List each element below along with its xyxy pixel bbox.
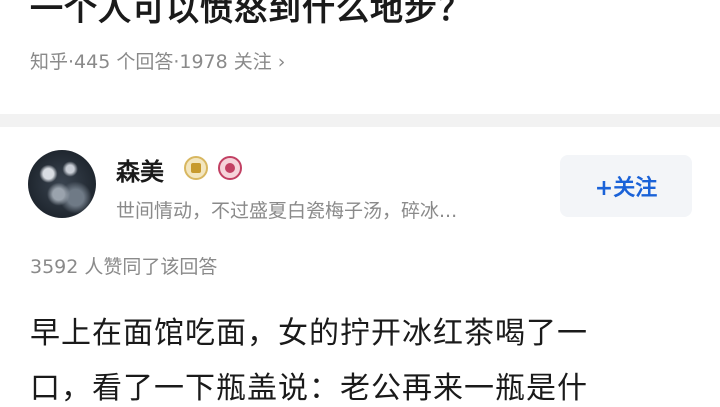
answer-text-line: 口，看了一下瓶盖说：老公再来一瓶是什 — [30, 371, 588, 406]
question-meta-text: 知乎·445 个回答·1978 关注 — [30, 51, 272, 73]
question-title[interactable]: 一个人可以愤怒到什么地步？ — [30, 0, 472, 30]
gold-creator-badge-icon[interactable] — [184, 156, 208, 180]
follow-button[interactable]: +关注 — [560, 155, 692, 217]
author-avatar[interactable] — [28, 150, 96, 218]
section-divider — [0, 114, 720, 127]
author-name[interactable]: 森美 — [116, 152, 164, 187]
red-medal-badge-icon[interactable] — [218, 156, 242, 180]
chevron-right-icon: › — [277, 51, 286, 73]
upvote-info: 3592 人赞同了该回答 — [30, 256, 218, 278]
question-meta[interactable]: 知乎·445 个回答·1978 关注 › — [30, 47, 285, 74]
author-bio: 世间情动，不过盛夏白瓷梅子汤，碎冰... — [116, 200, 458, 222]
answer-text-line: 早上在面馆吃面，女的拧开冰红茶喝了一 — [30, 316, 588, 351]
